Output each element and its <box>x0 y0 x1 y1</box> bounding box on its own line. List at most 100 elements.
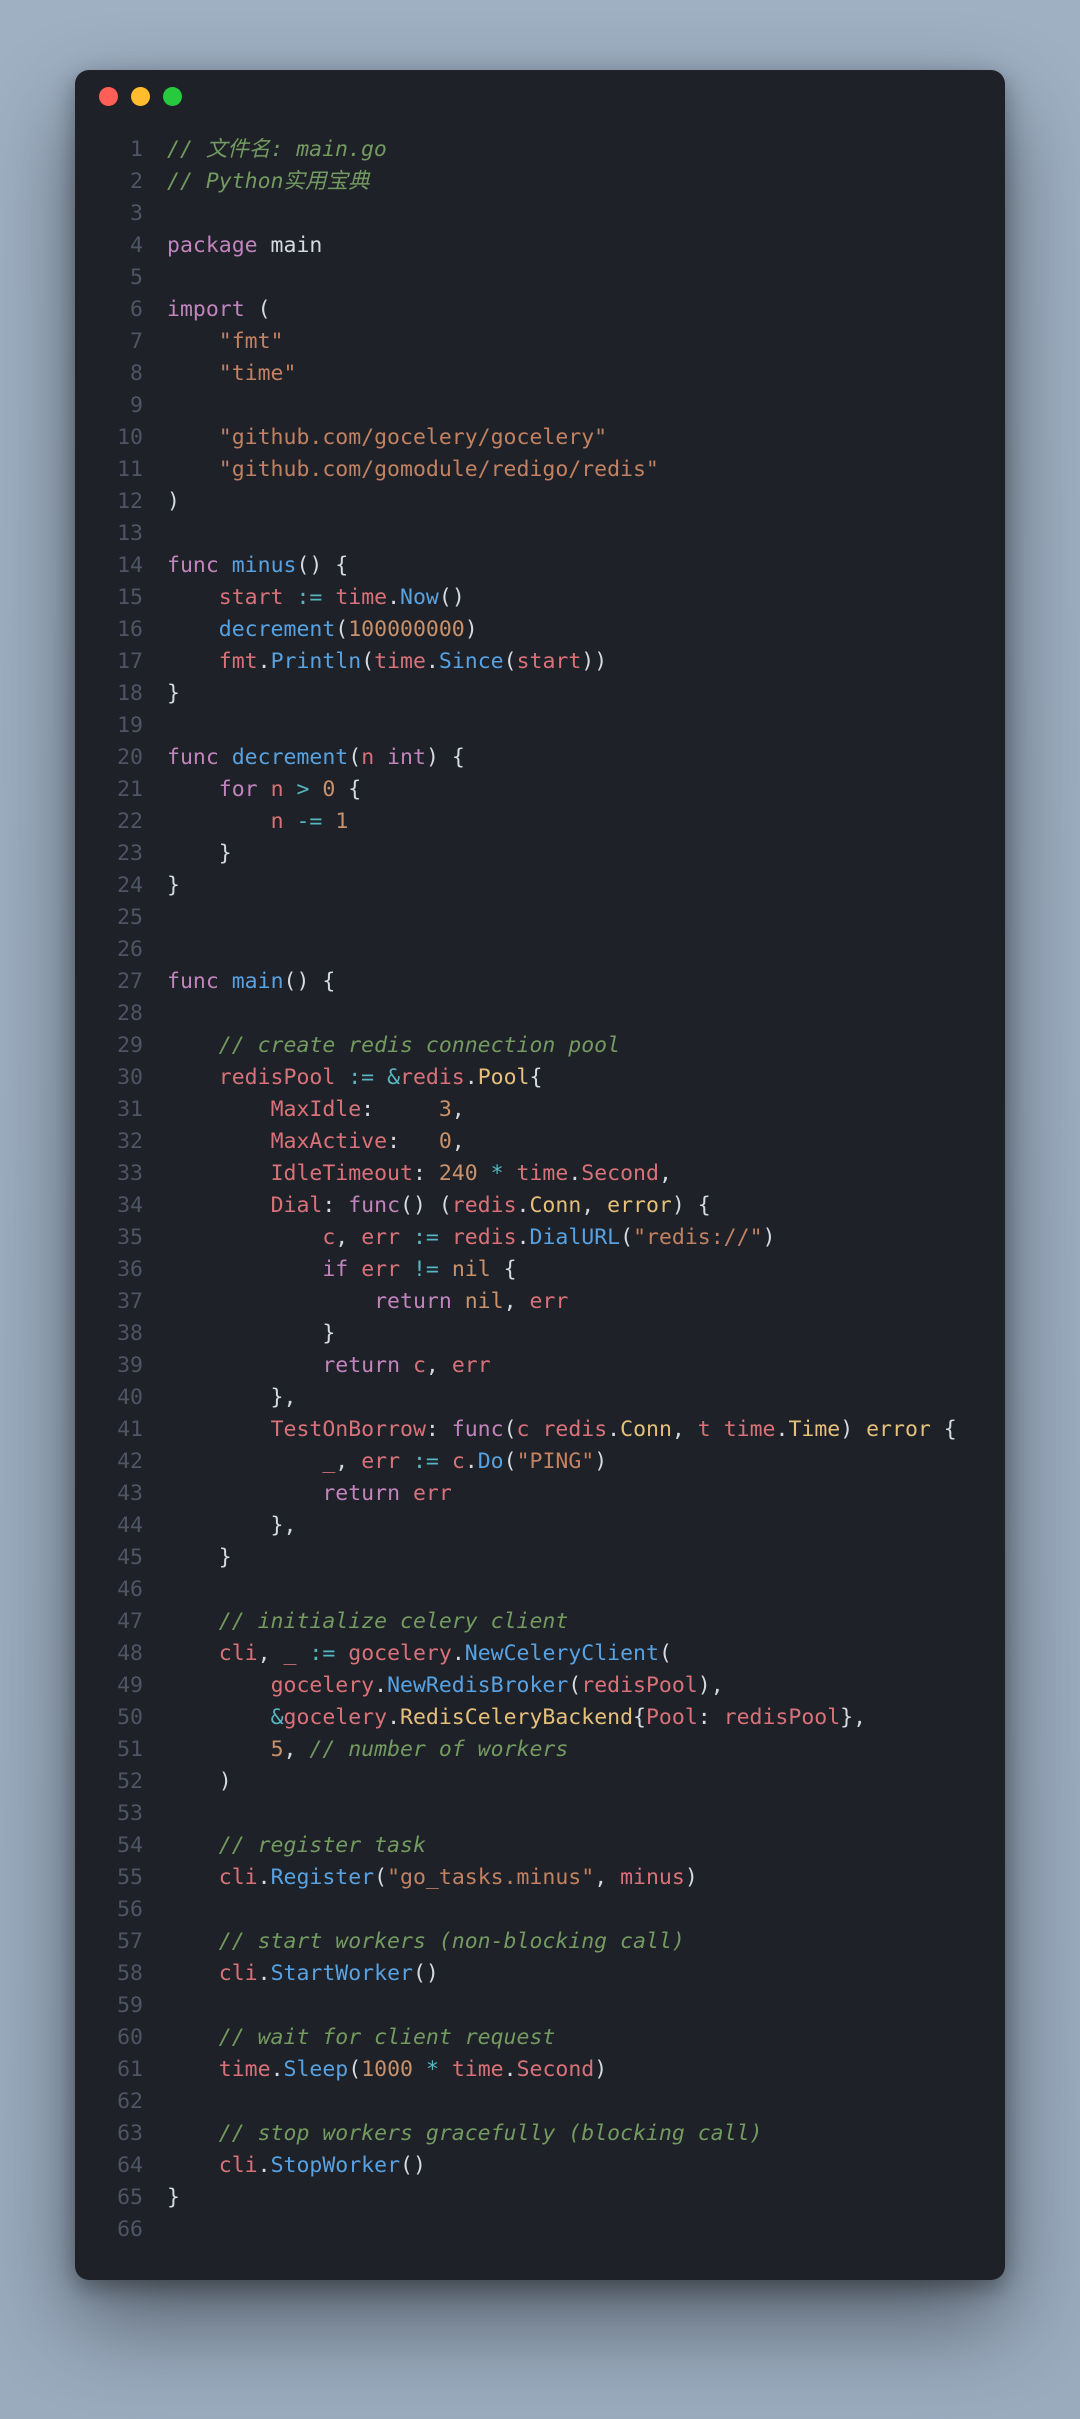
code-content[interactable]: } <box>167 1542 232 1574</box>
code-content[interactable]: fmt.Println(time.Since(start)) <box>167 646 607 678</box>
code-content[interactable]: decrement(100000000) <box>167 614 478 646</box>
code-content[interactable]: // 文件名: main.go <box>167 134 387 166</box>
code-content[interactable]: }, <box>167 1382 296 1414</box>
code-line[interactable]: 32 MaxActive: 0, <box>75 1126 1005 1158</box>
code-line[interactable]: 42 _, err := c.Do("PING") <box>75 1446 1005 1478</box>
code-content[interactable] <box>167 902 180 934</box>
code-content[interactable]: _, err := c.Do("PING") <box>167 1446 607 1478</box>
code-content[interactable]: IdleTimeout: 240 * time.Second, <box>167 1158 672 1190</box>
code-line[interactable]: 62 <box>75 2086 1005 2118</box>
code-line[interactable]: 39 return c, err <box>75 1350 1005 1382</box>
code-line[interactable]: 25 <box>75 902 1005 934</box>
code-line[interactable]: 8 "time" <box>75 358 1005 390</box>
code-content[interactable] <box>167 1990 180 2022</box>
code-line[interactable]: 12) <box>75 486 1005 518</box>
code-line[interactable]: 22 n -= 1 <box>75 806 1005 838</box>
code-content[interactable]: package main <box>167 230 322 262</box>
code-content[interactable]: return err <box>167 1478 452 1510</box>
code-line[interactable]: 60 // wait for client request <box>75 2022 1005 2054</box>
code-line[interactable]: 66 <box>75 2214 1005 2246</box>
code-line[interactable]: 43 return err <box>75 1478 1005 1510</box>
code-line[interactable]: 63 // stop workers gracefully (blocking … <box>75 2118 1005 2150</box>
code-content[interactable] <box>167 998 180 1030</box>
traffic-light-zoom-icon[interactable] <box>163 87 182 106</box>
code-content[interactable] <box>167 198 180 230</box>
code-content[interactable]: start := time.Now() <box>167 582 465 614</box>
code-line[interactable]: 35 c, err := redis.DialURL("redis://") <box>75 1222 1005 1254</box>
code-content[interactable] <box>167 518 180 550</box>
code-line[interactable]: 38 } <box>75 1318 1005 1350</box>
code-line[interactable]: 19 <box>75 710 1005 742</box>
code-content[interactable]: return c, err <box>167 1350 491 1382</box>
code-content[interactable] <box>167 1574 180 1606</box>
code-content[interactable]: } <box>167 2182 180 2214</box>
code-content[interactable]: cli.Register("go_tasks.minus", minus) <box>167 1862 698 1894</box>
code-content[interactable] <box>167 262 180 294</box>
traffic-light-close-icon[interactable] <box>99 87 118 106</box>
code-line[interactable]: 46 <box>75 1574 1005 1606</box>
code-content[interactable]: // Python实用宝典 <box>167 166 370 198</box>
code-content[interactable]: TestOnBorrow: func(c redis.Conn, t time.… <box>167 1414 957 1446</box>
code-line[interactable]: 53 <box>75 1798 1005 1830</box>
code-content[interactable]: for n > 0 { <box>167 774 361 806</box>
code-line[interactable]: 23 } <box>75 838 1005 870</box>
code-content[interactable]: n -= 1 <box>167 806 348 838</box>
code-content[interactable]: "time" <box>167 358 296 390</box>
code-line[interactable]: 47 // initialize celery client <box>75 1606 1005 1638</box>
code-line[interactable]: 65} <box>75 2182 1005 2214</box>
code-content[interactable]: } <box>167 838 232 870</box>
code-content[interactable] <box>167 1798 180 1830</box>
code-line[interactable]: 28 <box>75 998 1005 1030</box>
code-line[interactable]: 17 fmt.Println(time.Since(start)) <box>75 646 1005 678</box>
code-line[interactable]: 34 Dial: func() (redis.Conn, error) { <box>75 1190 1005 1222</box>
code-line[interactable]: 57 // start workers (non-blocking call) <box>75 1926 1005 1958</box>
code-line[interactable]: 56 <box>75 1894 1005 1926</box>
code-line[interactable]: 11 "github.com/gomodule/redigo/redis" <box>75 454 1005 486</box>
code-area[interactable]: 1// 文件名: main.go2// Python实用宝典3 4package… <box>75 122 1005 2280</box>
code-line[interactable]: 31 MaxIdle: 3, <box>75 1094 1005 1126</box>
code-content[interactable]: &gocelery.RedisCeleryBackend{Pool: redis… <box>167 1702 866 1734</box>
code-content[interactable]: // start workers (non-blocking call) <box>167 1926 685 1958</box>
code-content[interactable] <box>167 710 180 742</box>
code-line[interactable]: 48 cli, _ := gocelery.NewCeleryClient( <box>75 1638 1005 1670</box>
code-line[interactable]: 29 // create redis connection pool <box>75 1030 1005 1062</box>
code-content[interactable]: c, err := redis.DialURL("redis://") <box>167 1222 775 1254</box>
code-content[interactable]: cli.StartWorker() <box>167 1958 439 1990</box>
code-content[interactable]: // register task <box>167 1830 426 1862</box>
code-content[interactable]: return nil, err <box>167 1286 568 1318</box>
code-line[interactable]: 58 cli.StartWorker() <box>75 1958 1005 1990</box>
code-line[interactable]: 21 for n > 0 { <box>75 774 1005 806</box>
code-line[interactable]: 54 // register task <box>75 1830 1005 1862</box>
code-content[interactable]: redisPool := &redis.Pool{ <box>167 1062 542 1094</box>
code-line[interactable]: 13 <box>75 518 1005 550</box>
code-line[interactable]: 7 "fmt" <box>75 326 1005 358</box>
code-line[interactable]: 15 start := time.Now() <box>75 582 1005 614</box>
code-line[interactable]: 1// 文件名: main.go <box>75 134 1005 166</box>
code-content[interactable]: "github.com/gomodule/redigo/redis" <box>167 454 659 486</box>
code-content[interactable]: 5, // number of workers <box>167 1734 568 1766</box>
code-content[interactable]: // initialize celery client <box>167 1606 568 1638</box>
code-line[interactable]: 5 <box>75 262 1005 294</box>
code-content[interactable]: }, <box>167 1510 296 1542</box>
code-line[interactable]: 14func minus() { <box>75 550 1005 582</box>
code-line[interactable]: 26 <box>75 934 1005 966</box>
code-line[interactable]: 52 ) <box>75 1766 1005 1798</box>
code-line[interactable]: 33 IdleTimeout: 240 * time.Second, <box>75 1158 1005 1190</box>
code-line[interactable]: 41 TestOnBorrow: func(c redis.Conn, t ti… <box>75 1414 1005 1446</box>
code-line[interactable]: 16 decrement(100000000) <box>75 614 1005 646</box>
code-line[interactable]: 55 cli.Register("go_tasks.minus", minus) <box>75 1862 1005 1894</box>
code-content[interactable]: // create redis connection pool <box>167 1030 620 1062</box>
code-line[interactable]: 49 gocelery.NewRedisBroker(redisPool), <box>75 1670 1005 1702</box>
code-content[interactable]: ) <box>167 486 180 518</box>
code-line[interactable]: 61 time.Sleep(1000 * time.Second) <box>75 2054 1005 2086</box>
code-content[interactable] <box>167 1894 180 1926</box>
code-line[interactable]: 10 "github.com/gocelery/gocelery" <box>75 422 1005 454</box>
code-content[interactable] <box>167 934 180 966</box>
code-line[interactable]: 27func main() { <box>75 966 1005 998</box>
code-content[interactable]: "fmt" <box>167 326 284 358</box>
code-content[interactable]: if err != nil { <box>167 1254 517 1286</box>
code-line[interactable]: 37 return nil, err <box>75 1286 1005 1318</box>
code-content[interactable]: // stop workers gracefully (blocking cal… <box>167 2118 762 2150</box>
code-line[interactable]: 3 <box>75 198 1005 230</box>
code-content[interactable]: func main() { <box>167 966 335 998</box>
